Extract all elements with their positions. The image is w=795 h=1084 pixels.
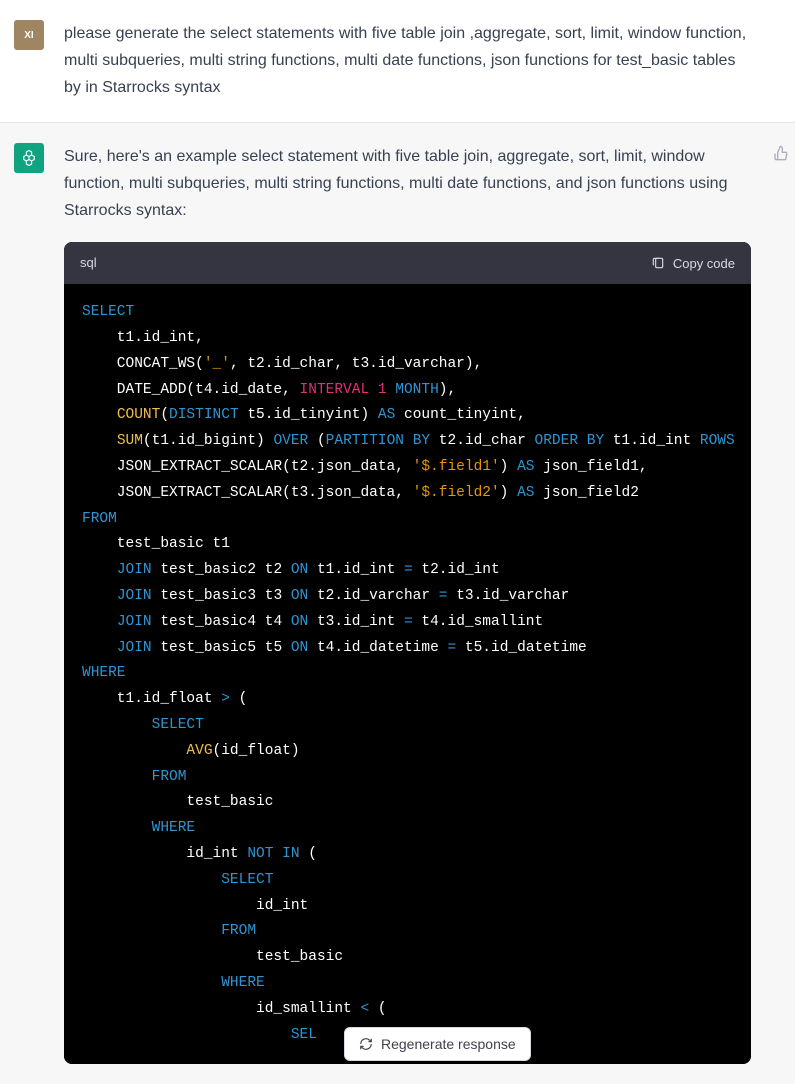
regenerate-container: Regenerate response <box>344 1027 531 1061</box>
code-header: sql Copy code <box>64 242 751 284</box>
assistant-message-row: Sure, here's an example select statement… <box>0 122 795 1084</box>
avatar-initials: XI <box>24 30 33 41</box>
assistant-avatar <box>14 143 44 173</box>
regenerate-button[interactable]: Regenerate response <box>344 1027 531 1061</box>
regenerate-label: Regenerate response <box>381 1036 516 1052</box>
code-language-label: sql <box>80 252 97 274</box>
thumbs-up-icon[interactable] <box>773 145 789 161</box>
code-block: sql Copy code SELECT t1.id_int, CONCAT_W… <box>64 242 751 1064</box>
clipboard-icon <box>651 256 665 270</box>
assistant-message-content: Sure, here's an example select statement… <box>64 143 781 1065</box>
user-message-row: XI please generate the select statements… <box>0 0 795 122</box>
copy-code-button[interactable]: Copy code <box>651 256 735 271</box>
refresh-icon <box>359 1037 373 1051</box>
copy-code-label: Copy code <box>673 256 735 271</box>
code-body[interactable]: SELECT t1.id_int, CONCAT_WS('_', t2.id_c… <box>64 284 751 1064</box>
assistant-intro-text: Sure, here's an example select statement… <box>64 143 751 225</box>
user-avatar: XI <box>14 20 44 50</box>
user-message-text: please generate the select statements wi… <box>64 20 781 102</box>
openai-logo-icon <box>20 149 38 167</box>
